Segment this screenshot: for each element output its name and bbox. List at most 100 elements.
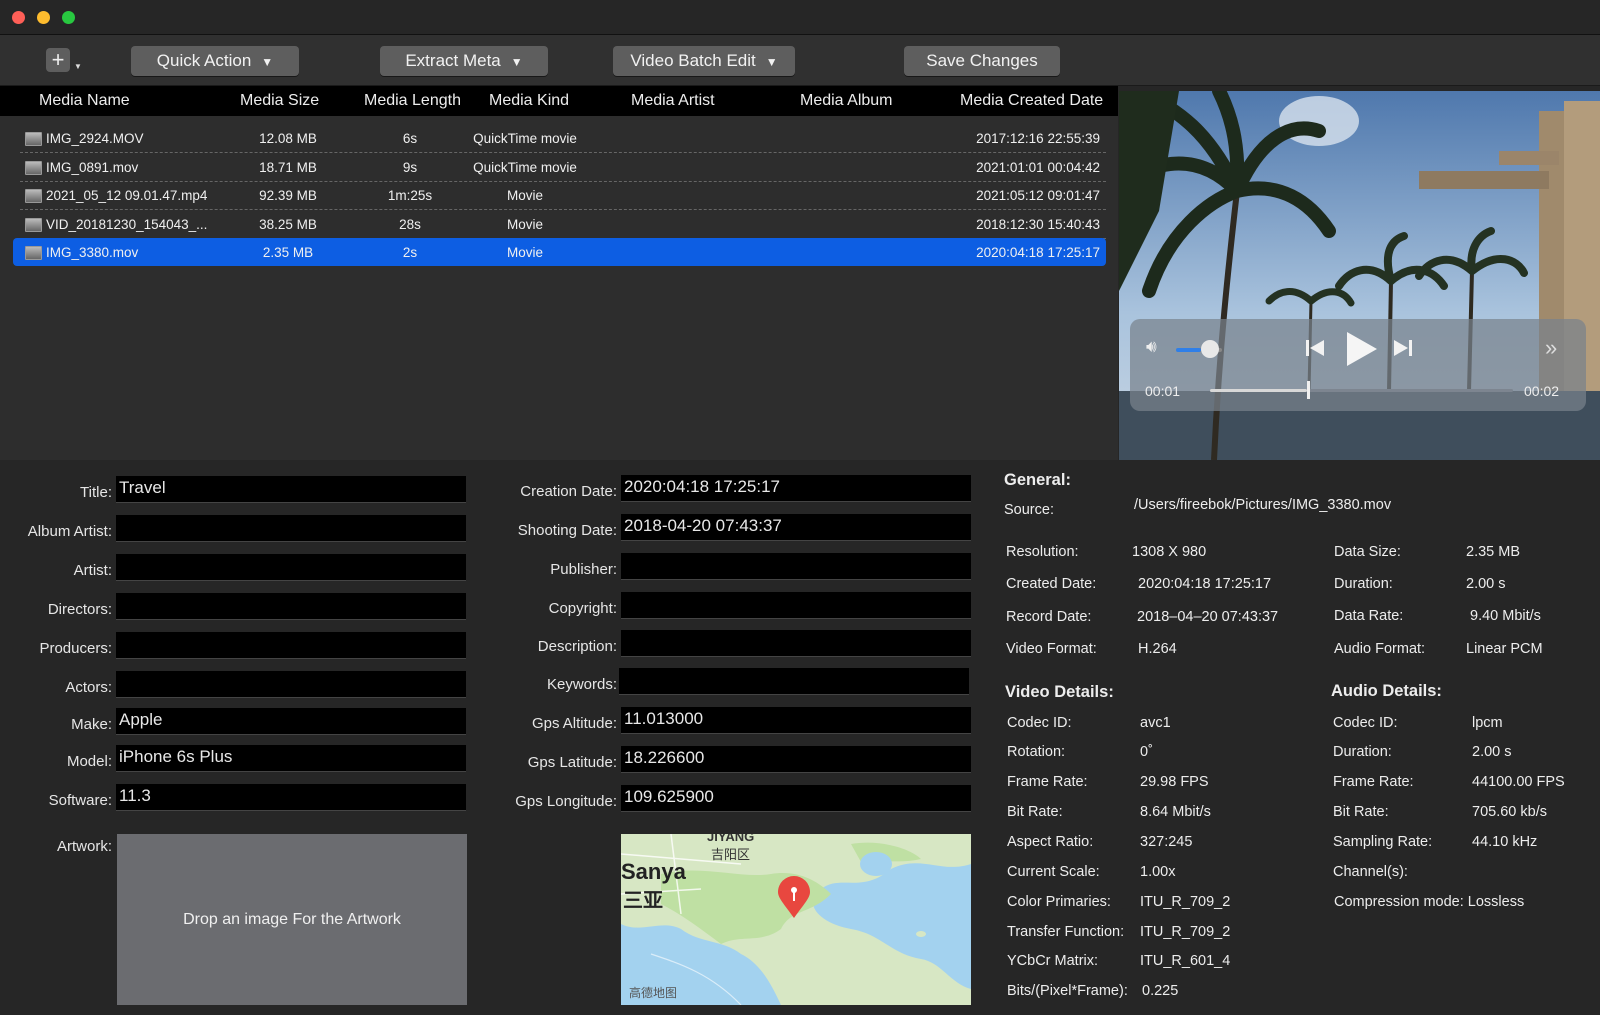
video-bit-rate-value: 8.64 Mbit/s — [1140, 804, 1211, 820]
column-header-album[interactable]: Media Album — [800, 86, 893, 116]
artist-field[interactable] — [116, 554, 466, 581]
creation-date-field[interactable]: 2020:04:18 17:25:17 — [621, 475, 971, 502]
album-artist-field[interactable] — [116, 515, 466, 542]
column-header-created-date[interactable]: Media Created Date — [960, 86, 1103, 116]
table-row[interactable]: VID_20181230_154043_... 38.25 MB 28s Movie 2… — [20, 210, 1106, 239]
audio-frame-rate-label: Frame Rate: — [1333, 774, 1414, 790]
chevron-down-icon: ▼ — [261, 55, 274, 69]
add-dropdown-icon[interactable]: ▼ — [74, 62, 82, 71]
table-row[interactable]: IMG_0891.mov 18.71 MB 9s QuickTime movie 202… — [20, 153, 1106, 182]
skip-back-icon[interactable] — [1304, 338, 1326, 363]
fast-forward-chevrons-icon[interactable]: » — [1545, 335, 1557, 361]
quick-action-button[interactable]: Quick Action ▼ — [131, 46, 299, 76]
cell-kind: QuickTime movie — [473, 160, 577, 175]
color-primaries-label: Color Primaries: — [1007, 894, 1111, 910]
shooting-date-field[interactable]: 2018-04-20 07:43:37 — [621, 514, 971, 541]
audio-details-heading: Audio Details: — [1331, 682, 1442, 700]
publisher-field[interactable] — [621, 553, 971, 580]
copyright-field[interactable] — [621, 592, 971, 619]
audio-format-value: Linear PCM — [1466, 641, 1543, 657]
keywords-field[interactable] — [619, 668, 969, 695]
table-row[interactable]: 2021_05_12 09.01.47.mp4 92.39 MB 1m:25s Mov… — [20, 181, 1106, 210]
video-frame-rate-value: 29.98 FPS — [1140, 774, 1209, 790]
column-header-length[interactable]: Media Length — [364, 86, 461, 116]
video-preview[interactable]: 🔊︎ » 00:01 00:02 — [1119, 91, 1600, 460]
channels-label: Channel(s): — [1333, 864, 1408, 880]
record-date-value: 2018–04–20 07:43:37 — [1137, 609, 1279, 625]
add-media-button[interactable]: + — [46, 48, 70, 72]
video-format-label: Video Format: — [1006, 641, 1097, 657]
table-row[interactable]: IMG_3380.mov 2.35 MB 2s Movie 2020:04:18 17:… — [13, 238, 1106, 266]
media-table: IMG_2924.MOV 12.08 MB 6s QuickTime movie 201… — [0, 116, 1118, 460]
cell-created: 2021:01:01 00:04:42 — [976, 160, 1100, 175]
cell-kind: Movie — [506, 217, 543, 232]
close-window-button[interactable] — [12, 11, 25, 24]
creation-date-label: Creation Date: — [520, 483, 617, 500]
ycbcr-matrix-label: YCbCr Matrix: — [1007, 953, 1099, 969]
aspect-ratio-label: Aspect Ratio: — [1007, 834, 1094, 850]
producers-label: Producers: — [39, 640, 112, 657]
make-field[interactable]: Apple — [116, 708, 466, 735]
sampling-rate-label: Sampling Rate: — [1333, 834, 1433, 850]
artwork-drop-zone[interactable]: Drop an image For the Artwork — [117, 834, 467, 1005]
cell-album — [760, 181, 890, 209]
gps-latitude-field[interactable]: 18.226600 — [621, 746, 971, 773]
make-label: Make: — [71, 716, 112, 733]
cell-name: 2021_05_12 09.01.47.mp4 — [46, 188, 208, 203]
cell-name: VID_20181230_154043_... — [46, 217, 208, 232]
cell-artist — [600, 238, 730, 266]
column-header-name[interactable]: Media Name — [39, 86, 130, 116]
data-rate-value: 9.40 Mbit/s — [1470, 608, 1541, 624]
audio-codec-label: Codec ID: — [1333, 715, 1398, 731]
cell-album — [760, 238, 890, 266]
artwork-label: Artwork: — [56, 838, 112, 855]
video-rotation-label: Rotation: — [1007, 744, 1066, 760]
table-row[interactable]: IMG_2924.MOV 12.08 MB 6s QuickTime movie 201… — [20, 124, 1106, 153]
cell-kind: QuickTime movie — [473, 131, 577, 146]
current-scale-label: Current Scale: — [1007, 864, 1100, 880]
video-frame-rate-label: Frame Rate: — [1007, 774, 1088, 790]
volume-icon[interactable]: 🔊︎ — [1146, 337, 1157, 357]
map-district-label-en: JIYANG — [707, 834, 755, 844]
column-header-kind[interactable]: Media Kind — [489, 86, 569, 116]
cell-name: IMG_3380.mov — [46, 245, 139, 260]
created-date-label: Created Date: — [1006, 576, 1097, 592]
zoom-window-button[interactable] — [62, 11, 75, 24]
transfer-function-value: ITU_R_709_2 — [1140, 924, 1231, 940]
cell-artist — [600, 124, 730, 152]
extract-meta-button[interactable]: Extract Meta ▼ — [380, 46, 548, 76]
play-icon[interactable] — [1343, 330, 1379, 373]
publisher-label: Publisher: — [550, 561, 617, 578]
seek-handle[interactable] — [1306, 381, 1310, 399]
title-field[interactable]: Travel — [116, 476, 466, 503]
map-district-label-zh: 吉阳区 — [711, 847, 751, 862]
software-field[interactable]: 11.3 — [116, 784, 466, 811]
gps-altitude-field[interactable]: 11.013000 — [621, 707, 971, 734]
directors-field[interactable] — [116, 593, 466, 620]
location-map[interactable]: Sanya 三亚 JIYANG 吉阳区 高德地图 — [621, 834, 971, 1005]
source-label: Source: — [1004, 502, 1054, 518]
actors-label: Actors: — [65, 679, 112, 696]
description-field[interactable] — [621, 630, 971, 657]
window-titlebar — [0, 0, 1600, 35]
model-field[interactable]: iPhone 6s Plus — [116, 745, 466, 772]
skip-forward-icon[interactable] — [1392, 338, 1414, 363]
video-rotation-value: 0˚ — [1140, 744, 1153, 760]
minimize-window-button[interactable] — [37, 11, 50, 24]
general-heading: General: — [1004, 471, 1071, 489]
video-batch-edit-button[interactable]: Video Batch Edit ▼ — [613, 46, 795, 76]
seek-bar[interactable] — [1210, 389, 1513, 392]
title-label: Title: — [80, 484, 112, 501]
model-label: Model: — [66, 753, 112, 770]
column-header-size[interactable]: Media Size — [240, 86, 319, 116]
cell-album — [760, 210, 890, 238]
map-pin-icon — [776, 876, 812, 925]
column-header-artist[interactable]: Media Artist — [631, 86, 715, 116]
gps-longitude-field[interactable]: 109.625900 — [621, 785, 971, 812]
actors-field[interactable] — [116, 671, 466, 698]
save-changes-button[interactable]: Save Changes — [904, 46, 1060, 76]
resolution-value: 1308 X 980 — [1132, 544, 1207, 560]
chevron-down-icon: ▼ — [510, 55, 523, 69]
producers-field[interactable] — [116, 632, 466, 659]
volume-slider-knob[interactable] — [1201, 340, 1220, 358]
